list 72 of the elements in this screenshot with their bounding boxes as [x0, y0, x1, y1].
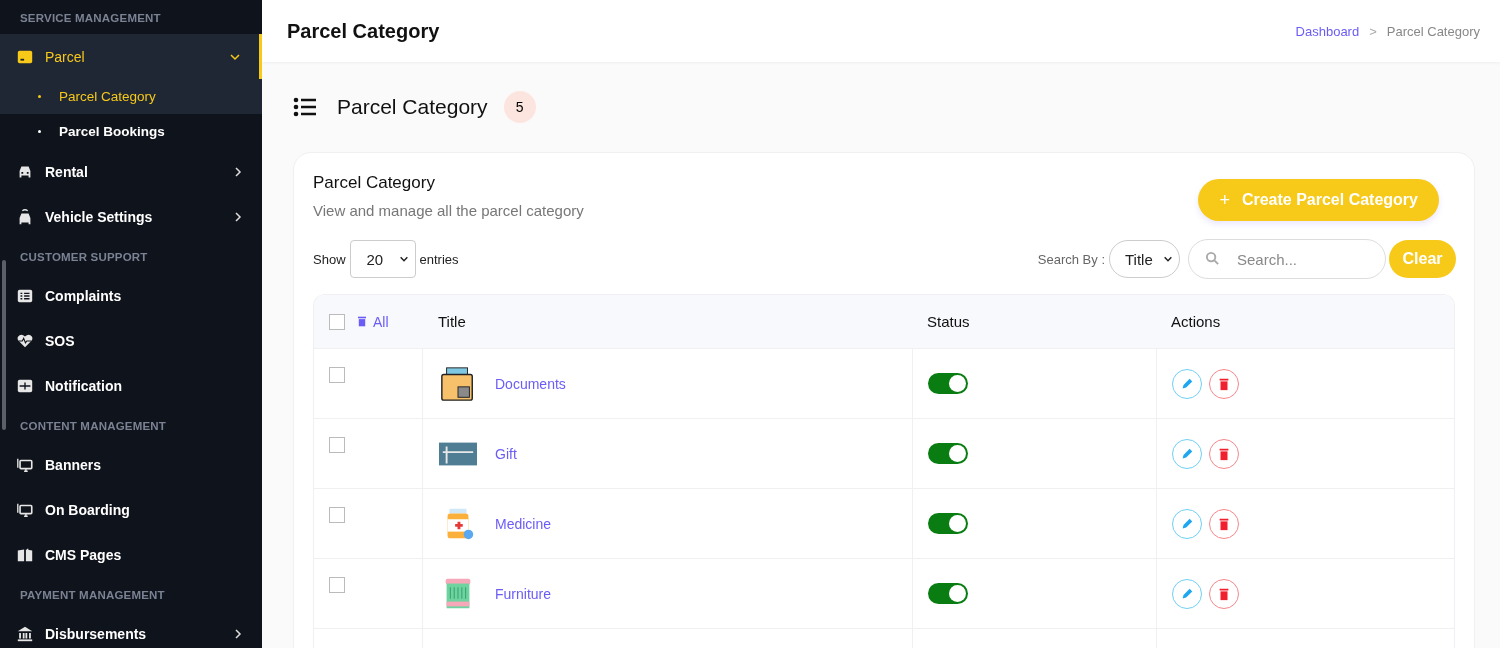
pencil-icon [1180, 516, 1194, 531]
delete-button[interactable] [1209, 508, 1239, 539]
column-header: Title [437, 312, 467, 332]
chevron-right-icon [232, 627, 244, 640]
sidebar-item[interactable]: Disbursements [0, 611, 262, 648]
trash-icon [1217, 446, 1231, 461]
status-toggle[interactable] [928, 513, 968, 534]
list-icon [293, 97, 317, 117]
sidebar-item[interactable]: Banners [0, 442, 262, 487]
pencil-icon [1180, 376, 1194, 391]
edit-button[interactable] [1172, 578, 1202, 609]
sidebar-item[interactable]: On Boarding [0, 487, 262, 532]
select-all-checkbox[interactable] [329, 313, 345, 330]
category-link[interactable]: Furniture [495, 585, 552, 602]
sidebar-item[interactable]: SOS [0, 318, 262, 363]
section-heading: SERVICE MANAGEMENT [19, 11, 162, 26]
status-toggle[interactable] [928, 443, 968, 464]
sidebar-item[interactable]: Notification [0, 363, 262, 408]
search-icon [1205, 251, 1220, 266]
category-link[interactable]: Documents [495, 375, 566, 392]
chevron-right-icon [232, 165, 244, 178]
search-by-label: Search By : [1037, 251, 1105, 267]
edit-button[interactable] [1172, 508, 1202, 539]
search-field[interactable]: Search... [1188, 239, 1386, 279]
row-checkbox[interactable] [329, 577, 345, 593]
count-badge: 5 [503, 91, 536, 123]
card-title: Parcel Category [313, 173, 436, 193]
column-header: Status [926, 312, 971, 332]
section-heading: CONTENT MANAGEMENT [19, 419, 168, 434]
row-checkbox[interactable] [329, 367, 345, 383]
sidebar-item[interactable]: Complaints [0, 273, 262, 318]
pencil-icon [1180, 586, 1194, 601]
select-all-link[interactable]: All [373, 313, 389, 330]
pencil-icon [1180, 446, 1194, 461]
card-subtitle: View and manage all the parcel category [313, 202, 584, 219]
breadcrumb-separator: > [1369, 23, 1377, 39]
delete-button[interactable] [1209, 368, 1239, 399]
edit-button[interactable] [1172, 368, 1202, 399]
show-label: Show [313, 251, 346, 267]
section-heading: CUSTOMER SUPPORT [19, 250, 149, 265]
page-title: Parcel Category [337, 95, 488, 119]
row-checkbox[interactable] [329, 507, 345, 523]
sidebar-item[interactable]: Rental [0, 149, 262, 194]
category-link[interactable]: Medicine [495, 515, 552, 532]
sidebar-subitem[interactable]: Parcel Bookings [0, 114, 262, 149]
search-by-select[interactable]: Title [1109, 240, 1180, 278]
header-title: Parcel Category [287, 19, 440, 43]
row-checkbox[interactable] [329, 437, 345, 453]
trash-icon [1217, 516, 1231, 531]
entries-select[interactable]: 20 [349, 240, 416, 278]
entries-label: entries [419, 251, 459, 267]
sidebar-item[interactable]: Vehicle Settings [0, 194, 262, 239]
chevron-down-icon [1163, 254, 1173, 264]
sidebar-subitem[interactable]: Parcel Category [0, 79, 262, 114]
status-toggle[interactable] [928, 373, 968, 394]
bank-icon [16, 624, 34, 643]
delete-button[interactable] [1209, 438, 1239, 469]
trash-icon [1217, 376, 1231, 391]
trash-icon [1217, 586, 1231, 601]
column-header: Actions [1170, 312, 1222, 332]
breadcrumb-link[interactable]: Dashboard [1295, 23, 1360, 39]
scrollbar[interactable] [2, 260, 6, 430]
edit-button[interactable] [1172, 438, 1202, 469]
section-heading: PAYMENT MANAGEMENT [19, 588, 166, 603]
sidebar-item[interactable]: CMS Pages [0, 532, 262, 577]
category-link[interactable]: Gift [495, 445, 517, 462]
chevron-right-icon [232, 210, 244, 223]
delete-button[interactable] [1209, 578, 1239, 609]
sidebar-item[interactable]: Parcel [0, 34, 262, 79]
trash-icon[interactable] [358, 316, 366, 327]
chevron-down-icon [398, 254, 409, 264]
status-toggle[interactable] [928, 583, 968, 604]
